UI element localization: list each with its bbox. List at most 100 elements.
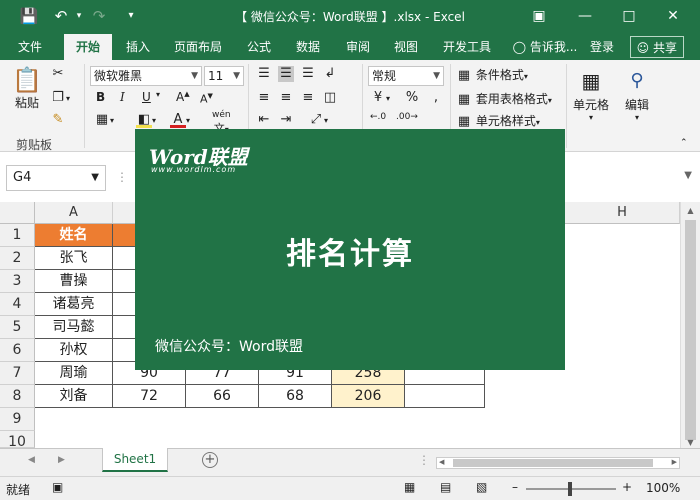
page-break-view-icon[interactable]: ▧: [476, 480, 487, 494]
align-top-icon[interactable]: ☰: [256, 66, 272, 82]
vertical-scrollbar[interactable]: ▲ ▼: [680, 202, 700, 448]
number-format-select[interactable]: 常规 ▼: [368, 66, 444, 86]
merge-center-icon[interactable]: ◫: [322, 90, 338, 106]
row-header[interactable]: 2: [0, 247, 35, 270]
align-right-icon[interactable]: ≡: [300, 90, 316, 106]
font-color-icon[interactable]: A ▾: [170, 112, 190, 128]
column-header[interactable]: H: [565, 202, 680, 224]
macro-record-icon[interactable]: ▣: [52, 480, 63, 494]
row-header[interactable]: 1: [0, 224, 35, 247]
zoom-slider-handle[interactable]: [568, 482, 572, 496]
table-cell[interactable]: 张飞: [35, 247, 113, 270]
currency-icon[interactable]: ¥ ▾: [370, 90, 390, 106]
underline-button[interactable]: U: [142, 90, 151, 104]
comma-style-icon[interactable]: ,: [428, 90, 444, 106]
tab-formulas[interactable]: 公式: [240, 34, 278, 60]
tell-me-search[interactable]: ◯ 告诉我...: [510, 34, 580, 60]
italic-button[interactable]: I: [120, 90, 125, 104]
table-cell[interactable]: 66: [186, 385, 259, 408]
customize-quick-access-icon[interactable]: ▾: [120, 6, 142, 26]
scroll-right-icon[interactable]: ▶: [672, 458, 677, 466]
formula-bar-grip-icon[interactable]: ⋮: [116, 170, 128, 184]
sign-in-link[interactable]: 登录: [584, 34, 620, 60]
row-header[interactable]: 7: [0, 362, 35, 385]
row-header[interactable]: 10: [0, 431, 35, 450]
tab-insert[interactable]: 插入: [118, 34, 158, 60]
column-header[interactable]: A: [35, 202, 113, 224]
orientation-icon[interactable]: ⤢ ▾: [308, 112, 328, 128]
horizontal-scrollbar[interactable]: ◀ ▶: [436, 457, 680, 469]
table-cell[interactable]: 孙权: [35, 339, 113, 362]
row-header[interactable]: 5: [0, 316, 35, 339]
scroll-up-icon[interactable]: ▲: [681, 206, 700, 215]
font-size-select[interactable]: 11 ▼: [204, 66, 244, 86]
align-center-icon[interactable]: ≡: [278, 90, 294, 106]
undo-dropdown-icon[interactable]: ▾: [68, 6, 90, 26]
increase-indent-icon[interactable]: ⇥: [278, 112, 294, 128]
fill-color-icon[interactable]: ◧ ▾: [136, 112, 156, 128]
row-header[interactable]: 4: [0, 293, 35, 316]
expand-formula-bar-icon[interactable]: ▼: [684, 170, 692, 181]
table-cell[interactable]: 诸葛亮: [35, 293, 113, 316]
scroll-down-icon[interactable]: ▼: [681, 438, 700, 447]
page-layout-view-icon[interactable]: ▤: [440, 480, 451, 494]
collapse-ribbon-icon[interactable]: ⌃: [680, 138, 688, 148]
sheet-scroll-right-icon[interactable]: ▶: [58, 455, 65, 465]
save-icon[interactable]: 💾: [18, 6, 40, 26]
format-as-table-button[interactable]: ▦ 套用表格格式▾: [456, 90, 552, 108]
tab-file[interactable]: 文件: [8, 34, 52, 60]
table-cell[interactable]: 司马懿: [35, 316, 113, 339]
close-icon[interactable]: ✕: [658, 5, 688, 27]
select-all-corner[interactable]: [0, 202, 35, 224]
row-header[interactable]: 3: [0, 270, 35, 293]
font-name-select[interactable]: 微软雅黑 ▼: [90, 66, 202, 86]
table-cell[interactable]: 曹操: [35, 270, 113, 293]
scroll-thumb[interactable]: [685, 220, 696, 440]
tab-page-layout[interactable]: 页面布局: [168, 34, 228, 60]
increase-font-icon[interactable]: A▲: [176, 90, 190, 104]
decrease-decimal-icon[interactable]: .00→: [396, 112, 418, 122]
decrease-indent-icon[interactable]: ⇤: [256, 112, 272, 128]
maximize-icon[interactable]: □: [614, 5, 644, 27]
align-middle-icon[interactable]: ☰: [278, 66, 294, 82]
cell-styles-button[interactable]: ▦ 单元格样式▾: [456, 112, 540, 130]
table-cell[interactable]: 72: [113, 385, 186, 408]
row-header[interactable]: 8: [0, 385, 35, 408]
sheet-tab-sheet1[interactable]: Sheet1: [102, 448, 168, 472]
total-cell[interactable]: 206: [332, 385, 405, 408]
name-header-cell[interactable]: 姓名: [35, 224, 113, 247]
zoom-out-icon[interactable]: –: [512, 480, 518, 494]
format-painter-icon[interactable]: ✎: [50, 112, 66, 128]
wrap-text-icon[interactable]: ↲: [322, 66, 338, 82]
add-sheet-icon[interactable]: +: [202, 452, 218, 468]
underline-dropdown-icon[interactable]: ▾: [156, 90, 160, 99]
table-cell[interactable]: 68: [259, 385, 332, 408]
tab-view[interactable]: 视图: [388, 34, 424, 60]
minimize-icon[interactable]: —: [570, 5, 600, 27]
tab-developer[interactable]: 开发工具: [436, 34, 498, 60]
table-cell[interactable]: 刘备: [35, 385, 113, 408]
scroll-thumb[interactable]: [453, 459, 653, 467]
bold-button[interactable]: B: [96, 90, 105, 104]
table-cell[interactable]: 周瑜: [35, 362, 113, 385]
scroll-left-icon[interactable]: ◀: [439, 458, 444, 466]
decrease-font-icon[interactable]: A▼: [200, 92, 213, 106]
align-left-icon[interactable]: ≡: [256, 90, 272, 106]
increase-decimal-icon[interactable]: ←.0: [370, 112, 386, 122]
cut-icon[interactable]: ✂: [50, 66, 66, 82]
tab-review[interactable]: 审阅: [338, 34, 378, 60]
conditional-format-button[interactable]: ▦ 条件格式▾: [456, 66, 528, 84]
table-cell[interactable]: [405, 385, 485, 408]
tab-home[interactable]: 开始: [64, 34, 112, 60]
zoom-in-icon[interactable]: +: [622, 480, 632, 494]
zoom-level[interactable]: 100%: [646, 481, 680, 495]
row-header[interactable]: 6: [0, 339, 35, 362]
sheet-scroll-left-icon[interactable]: ◀: [28, 455, 35, 465]
align-bottom-icon[interactable]: ☰: [300, 66, 316, 82]
ribbon-display-options-icon[interactable]: ▣: [524, 5, 554, 27]
row-header[interactable]: 9: [0, 408, 35, 431]
paste-button[interactable]: 📋 粘贴: [12, 66, 42, 111]
tab-data[interactable]: 数据: [288, 34, 328, 60]
name-box[interactable]: G4 ▼: [6, 165, 106, 191]
editing-button[interactable]: ⚲ 编辑 ▾: [620, 66, 654, 122]
